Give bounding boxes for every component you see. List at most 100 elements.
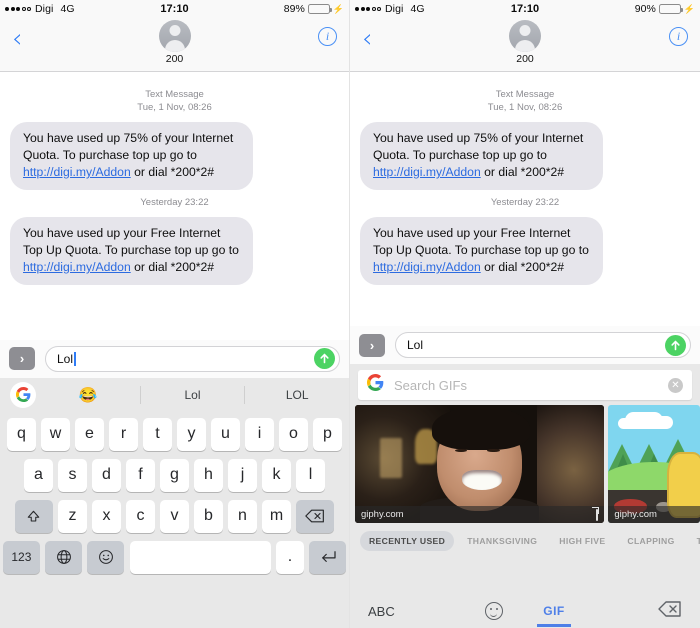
message-link[interactable]: http://digi.my/Addon xyxy=(23,260,131,274)
key-y[interactable]: y xyxy=(177,417,206,451)
key-x[interactable]: x xyxy=(92,499,121,533)
send-arrow-up-icon[interactable] xyxy=(314,348,335,369)
key-space[interactable] xyxy=(129,540,271,574)
message-input[interactable]: Lol xyxy=(395,332,691,358)
key-v[interactable]: v xyxy=(160,499,189,533)
gif-result-item[interactable]: giphy.com xyxy=(608,405,700,523)
gif-keyboard-panel: Search GIFs ✕ giphy.com giphy.com RECENT… xyxy=(350,364,700,628)
key-numeric-toggle[interactable]: 123 xyxy=(3,540,40,574)
message-text-part-2: or dial *200*2# xyxy=(130,260,215,274)
message-timestamp: Tue, 1 Nov, 08:26 xyxy=(487,102,563,113)
message-meta-1: Text Message Tue, 1 Nov, 08:26 xyxy=(10,88,339,114)
message-meta-2: Yesterday 23:22 xyxy=(10,196,339,209)
key-a[interactable]: a xyxy=(24,458,53,492)
gif-attribution-label: giphy.com xyxy=(361,509,404,520)
key-i[interactable]: i xyxy=(245,417,274,451)
message-timestamp: Yesterday 23:22 xyxy=(140,197,209,208)
suggestion-item-1[interactable]: LOL xyxy=(244,385,349,404)
status-bar-right: Digi 4G 17:10 90% ⚡ xyxy=(350,0,700,18)
app-drawer-icon[interactable]: › xyxy=(359,333,385,357)
chip-high-five[interactable]: HIGH FIVE xyxy=(550,531,614,551)
status-clock: 17:10 xyxy=(160,3,189,15)
contact-avatar-icon[interactable] xyxy=(158,20,191,52)
message-bubble[interactable]: You have used up your Free Internet Top … xyxy=(360,217,603,285)
keyboard-row-4: 123 . xyxy=(3,540,346,574)
key-n[interactable]: n xyxy=(228,499,257,533)
key-t[interactable]: t xyxy=(143,417,172,451)
message-input[interactable]: Lol xyxy=(45,345,340,372)
message-bubble[interactable]: You have used up 75% of your Internet Qu… xyxy=(10,122,253,190)
contact-header[interactable]: 200 xyxy=(350,20,700,65)
gif-category-chips: RECENTLY USED THANKSGIVING HIGH FIVE CLA… xyxy=(350,523,700,557)
message-bubble[interactable]: You have used up 75% of your Internet Qu… xyxy=(360,122,603,190)
key-e[interactable]: e xyxy=(75,417,104,451)
clear-x-icon[interactable]: ✕ xyxy=(668,377,683,393)
key-d[interactable]: d xyxy=(92,458,121,492)
message-text-part-1: You have used up your Free Internet Top … xyxy=(23,226,239,257)
google-g-icon[interactable] xyxy=(10,381,36,408)
message-row-1: You have used up 75% of your Internet Qu… xyxy=(10,122,339,190)
key-b[interactable]: b xyxy=(194,499,223,533)
message-link[interactable]: http://digi.my/Addon xyxy=(373,260,481,274)
contact-avatar-icon[interactable] xyxy=(509,20,541,52)
globe-language-icon[interactable] xyxy=(45,540,82,574)
gif-result-item[interactable]: giphy.com xyxy=(355,405,605,523)
message-meta-1: Text Message Tue, 1 Nov, 08:26 xyxy=(360,88,690,114)
chip-thanksgiving[interactable]: THANKSGIVING xyxy=(458,531,546,551)
key-z[interactable]: z xyxy=(58,499,87,533)
gif-search-input[interactable]: Search GIFs xyxy=(394,378,658,393)
chip-recently-used[interactable]: RECENTLY USED xyxy=(360,531,455,551)
key-w[interactable]: w xyxy=(41,417,70,451)
return-enter-icon[interactable] xyxy=(309,540,346,574)
key-s[interactable]: s xyxy=(58,458,87,492)
emoji-smiley-icon[interactable] xyxy=(485,602,504,620)
message-link[interactable]: http://digi.my/Addon xyxy=(373,165,481,179)
key-o[interactable]: o xyxy=(279,417,308,451)
nav-bar-right: ‹ 200 i xyxy=(350,18,700,72)
text-caret xyxy=(74,351,76,366)
key-g[interactable]: g xyxy=(160,458,189,492)
shift-arrow-up-icon[interactable] xyxy=(14,499,53,533)
key-j[interactable]: j xyxy=(228,458,257,492)
emoji-smiley-icon[interactable] xyxy=(87,540,125,574)
suggestion-item-0[interactable]: Lol xyxy=(139,385,245,404)
message-text-part-2: or dial *200*2# xyxy=(480,260,565,274)
app-drawer-icon[interactable]: › xyxy=(9,347,35,370)
keyboard-row-2: a s d f g h j k l xyxy=(3,458,346,492)
key-h[interactable]: h xyxy=(194,458,223,492)
dual-screenshot-container: Digi 4G 17:10 89% ⚡ ‹ 200 i Text Message… xyxy=(0,0,700,628)
key-period[interactable]: . xyxy=(276,540,304,574)
message-text-part-1: You have used up your Free Internet Top … xyxy=(373,226,589,257)
key-u[interactable]: u xyxy=(211,417,240,451)
message-text-part-2: or dial *200*2# xyxy=(130,165,215,179)
message-row-1: You have used up 75% of your Internet Qu… xyxy=(360,122,690,190)
gif-attribution-label: giphy.com xyxy=(614,509,657,520)
key-f[interactable]: f xyxy=(126,458,155,492)
message-bubble[interactable]: You have used up your Free Internet Top … xyxy=(10,217,253,285)
suggestion-emoji[interactable]: 😂 xyxy=(36,386,140,404)
send-arrow-up-icon[interactable] xyxy=(665,334,686,356)
key-r[interactable]: r xyxy=(109,417,138,451)
backspace-icon[interactable] xyxy=(296,499,335,533)
message-link[interactable]: http://digi.my/Addon xyxy=(23,165,131,179)
gif-keyboard-bottom-bar: ABC GIF xyxy=(350,594,700,628)
key-l[interactable]: l xyxy=(296,458,325,492)
chip-thumbs-up[interactable]: THUMBS UP xyxy=(688,531,700,551)
conversation-left: Text Message Tue, 1 Nov, 08:26 You have … xyxy=(0,72,349,340)
gif-results-grid: giphy.com giphy.com xyxy=(350,405,700,523)
contact-header[interactable]: 200 xyxy=(0,20,349,65)
key-p[interactable]: p xyxy=(313,417,342,451)
key-m[interactable]: m xyxy=(262,499,291,533)
gif-attribution-bar: giphy.com xyxy=(608,506,700,523)
key-k[interactable]: k xyxy=(262,458,291,492)
tab-gif[interactable]: GIF xyxy=(537,604,571,627)
open-external-icon[interactable] xyxy=(596,508,599,521)
key-q[interactable]: q xyxy=(7,417,36,451)
gif-search-bar[interactable]: Search GIFs ✕ xyxy=(358,370,692,400)
suggestion-strip: 😂 Lol LOL xyxy=(0,377,349,412)
keyboard-row-3: z x c v b n m xyxy=(3,499,346,533)
key-c[interactable]: c xyxy=(126,499,155,533)
message-text-part-1: You have used up 75% of your Internet Qu… xyxy=(23,131,234,162)
chip-clapping[interactable]: CLAPPING xyxy=(618,531,683,551)
message-type-label: Text Message xyxy=(495,89,555,100)
